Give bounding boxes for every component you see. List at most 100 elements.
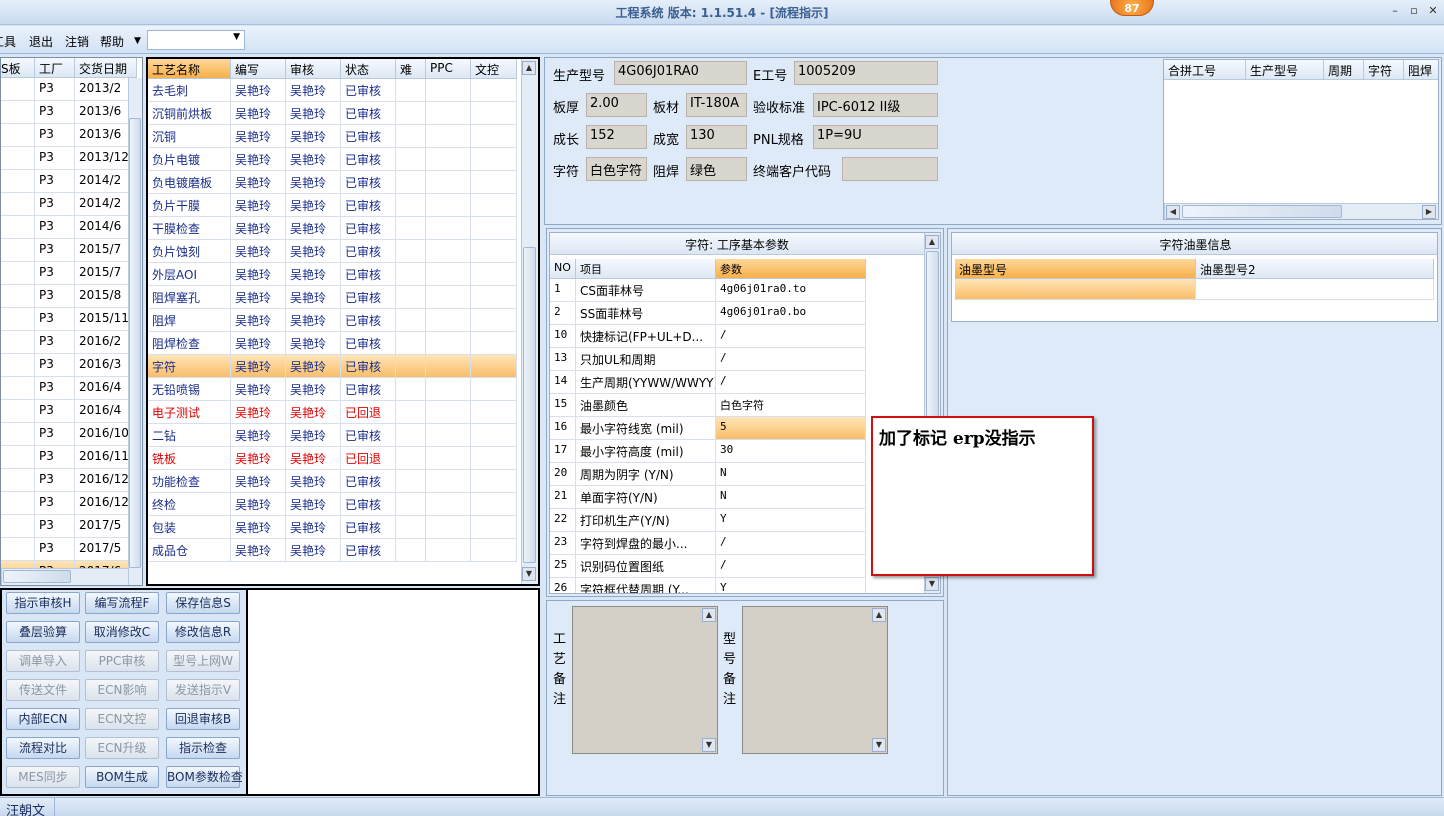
row-cell[interactable] [1, 354, 35, 377]
reviewer-cell[interactable]: 吴艳玲 [286, 240, 341, 263]
empty-cell[interactable] [396, 539, 426, 562]
empty-cell[interactable] [471, 424, 517, 447]
reviewer-cell[interactable]: 吴艳玲 [286, 148, 341, 171]
param-item-cell[interactable]: 字符框代替周期 (Y... [576, 578, 716, 593]
param-no-cell[interactable]: 14 [550, 371, 576, 394]
empty-cell[interactable] [426, 102, 471, 125]
column-header[interactable]: 油墨型号 [955, 259, 1196, 279]
empty-cell[interactable] [426, 125, 471, 148]
empty-cell[interactable] [396, 102, 426, 125]
empty-cell[interactable] [426, 539, 471, 562]
factory-cell[interactable]: P3 [35, 193, 75, 216]
process-name-cell[interactable]: 负片干膜 [148, 194, 231, 217]
process-name-cell[interactable]: 阻焊塞孔 [148, 286, 231, 309]
param-no-cell[interactable]: 22 [550, 509, 576, 532]
action-button-6-2[interactable]: BOM参数检查 [166, 766, 243, 788]
param-item-cell[interactable]: 单面字符(Y/N) [576, 486, 716, 509]
empty-cell[interactable] [396, 286, 426, 309]
factory-cell[interactable]: P3 [35, 216, 75, 239]
status-cell[interactable]: 已审核 [341, 263, 396, 286]
factory-cell[interactable]: P3 [35, 78, 75, 101]
empty-cell[interactable] [471, 355, 517, 378]
param-item-cell[interactable]: 只加UL和周期 [576, 348, 716, 371]
column-header[interactable]: NO [550, 259, 576, 279]
writer-cell[interactable]: 吴艳玲 [231, 263, 286, 286]
param-no-cell[interactable]: 21 [550, 486, 576, 509]
empty-cell[interactable] [426, 424, 471, 447]
empty-cell[interactable] [426, 378, 471, 401]
empty-cell[interactable] [396, 470, 426, 493]
action-button-1-2[interactable]: 修改信息R [166, 621, 240, 643]
row-cell[interactable] [1, 331, 35, 354]
row-cell[interactable] [1, 377, 35, 400]
param-no-cell[interactable]: 15 [550, 394, 576, 417]
reviewer-cell[interactable]: 吴艳玲 [286, 424, 341, 447]
row-cell[interactable] [1, 423, 35, 446]
status-cell[interactable]: 已回退 [341, 401, 396, 424]
reviewer-cell[interactable]: 吴艳玲 [286, 539, 341, 562]
empty-cell[interactable] [471, 516, 517, 539]
empty-cell[interactable] [426, 447, 471, 470]
scroll-thumb[interactable] [129, 118, 141, 568]
scroll-left-icon[interactable]: ◀ [1166, 205, 1180, 219]
status-cell[interactable]: 已审核 [341, 332, 396, 355]
param-no-cell[interactable]: 2 [550, 302, 576, 325]
row-cell[interactable] [1, 515, 35, 538]
empty-cell[interactable] [426, 240, 471, 263]
writer-cell[interactable]: 吴艳玲 [231, 79, 286, 102]
status-cell[interactable]: 已审核 [341, 470, 396, 493]
factory-cell[interactable]: P3 [35, 515, 75, 538]
reviewer-cell[interactable]: 吴艳玲 [286, 309, 341, 332]
param-item-cell[interactable]: 字符到焊盘的最小... [576, 532, 716, 555]
row-cell[interactable] [1, 193, 35, 216]
param-item-cell[interactable]: 周期为阴字 (Y/N) [576, 463, 716, 486]
writer-cell[interactable]: 吴艳玲 [231, 493, 286, 516]
param-value-cell[interactable]: 4g06j01ra0.bo [716, 302, 866, 325]
menu-exit[interactable]: 退出 [29, 33, 53, 50]
status-cell[interactable]: 已审核 [341, 378, 396, 401]
writer-cell[interactable]: 吴艳玲 [231, 171, 286, 194]
factory-cell[interactable]: P3 [35, 101, 75, 124]
empty-cell[interactable] [426, 401, 471, 424]
empty-cell[interactable] [426, 516, 471, 539]
action-button-1-0[interactable]: 叠层验算 [6, 621, 80, 643]
empty-cell[interactable] [426, 263, 471, 286]
pnl-field[interactable]: 1P=9U [813, 125, 938, 149]
status-cell[interactable]: 已审核 [341, 171, 396, 194]
param-value-cell[interactable]: / [716, 348, 866, 371]
row-cell[interactable] [1, 492, 35, 515]
writer-cell[interactable]: 吴艳玲 [231, 470, 286, 493]
factory-cell[interactable]: P3 [35, 170, 75, 193]
column-header[interactable]: 文控 [471, 59, 517, 79]
writer-cell[interactable]: 吴艳玲 [231, 516, 286, 539]
column-header[interactable]: 阻焊 [1404, 60, 1438, 80]
reviewer-cell[interactable]: 吴艳玲 [286, 355, 341, 378]
action-button-4-0[interactable]: 内部ECN [6, 708, 80, 730]
column-header[interactable]: 工厂 [35, 58, 75, 78]
scroll-down-icon[interactable]: ▼ [702, 738, 716, 752]
column-header[interactable]: 周期 [1324, 60, 1364, 80]
empty-cell[interactable] [396, 378, 426, 401]
status-cell[interactable]: 已审核 [341, 355, 396, 378]
empty-cell[interactable] [471, 194, 517, 217]
empty-cell[interactable] [471, 332, 517, 355]
writer-cell[interactable]: 吴艳玲 [231, 125, 286, 148]
scroll-up-icon[interactable]: ▲ [702, 608, 716, 622]
row-cell[interactable] [1, 446, 35, 469]
reviewer-cell[interactable]: 吴艳玲 [286, 263, 341, 286]
process-name-cell[interactable]: 去毛刺 [148, 79, 231, 102]
process-name-cell[interactable]: 负电镀磨板 [148, 171, 231, 194]
action-button-0-1[interactable]: 编写流程F [85, 592, 159, 614]
column-header[interactable]: PPC [426, 59, 471, 79]
factory-cell[interactable]: P3 [35, 239, 75, 262]
column-header[interactable]: 状态 [341, 59, 396, 79]
reviewer-cell[interactable]: 吴艳玲 [286, 194, 341, 217]
empty-cell[interactable] [471, 125, 517, 148]
customer-field[interactable] [842, 157, 938, 181]
empty-cell[interactable] [426, 332, 471, 355]
empty-cell[interactable] [471, 171, 517, 194]
writer-cell[interactable]: 吴艳玲 [231, 332, 286, 355]
status-cell[interactable]: 已审核 [341, 309, 396, 332]
process-name-cell[interactable]: 二钻 [148, 424, 231, 447]
scroll-up-icon[interactable]: ▲ [522, 61, 536, 75]
